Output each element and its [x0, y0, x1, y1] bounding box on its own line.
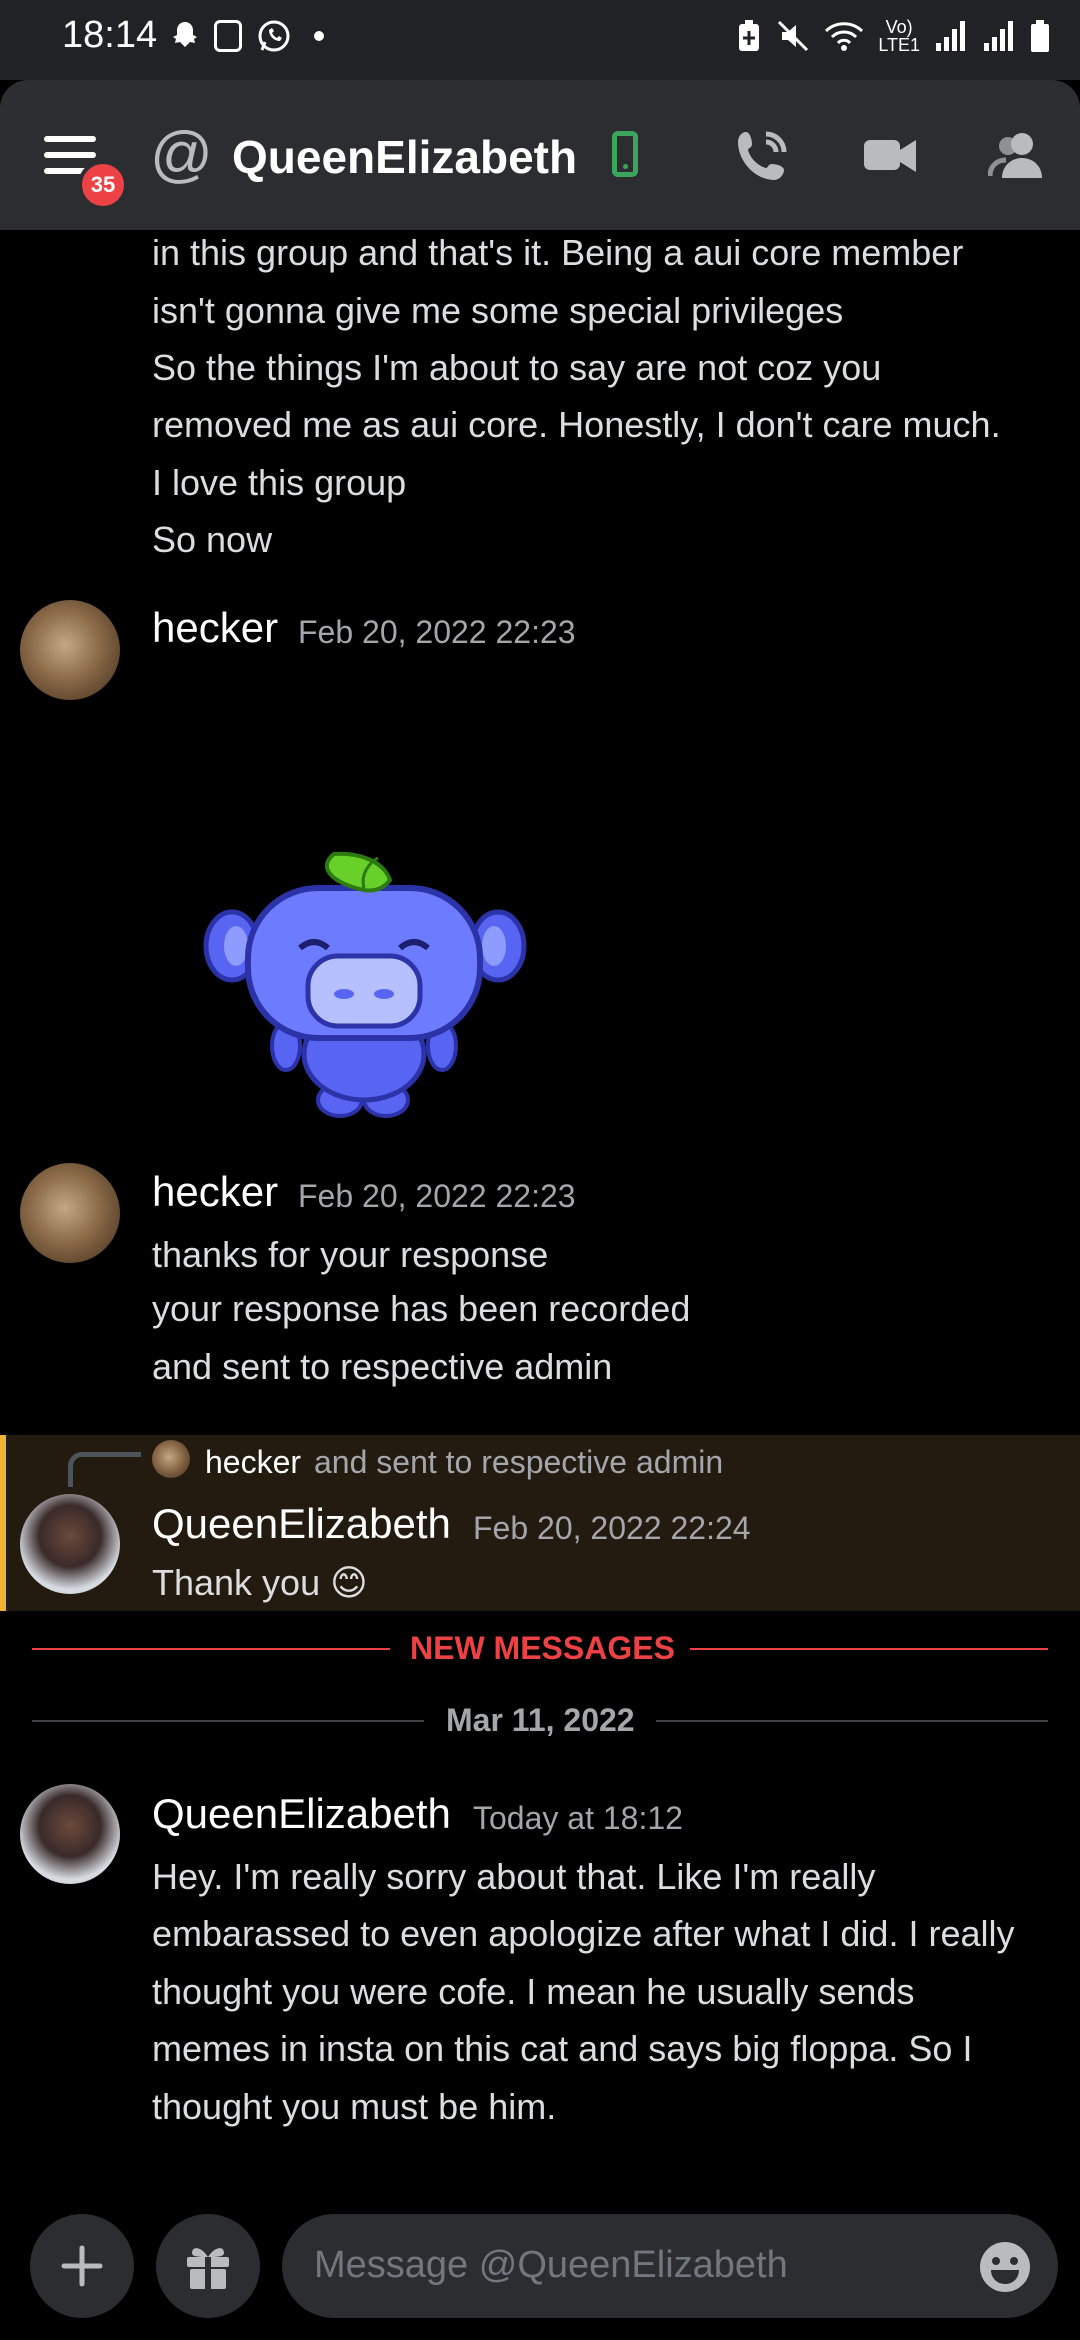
battery-icon — [1031, 20, 1049, 52]
date-separator: Mar 11, 2022 — [446, 1702, 635, 1738]
message-line: thought you were cofe. I mean he usually… — [152, 1971, 915, 2012]
reply-connector — [68, 1452, 141, 1487]
message-line: in this group and that's it. Being a aui… — [152, 232, 964, 273]
message-line: So the things I'm about to say are not c… — [152, 347, 882, 388]
username[interactable]: QueenElizabeth — [152, 1500, 451, 1548]
message-line: I love this group — [152, 462, 407, 503]
message-placeholder: Message @QueenElizabeth — [314, 2244, 788, 2286]
at-icon: @ — [150, 120, 213, 189]
volte-label: Vo) LTE1 — [878, 17, 920, 55]
chat-header: 35 @ QueenElizabeth — [0, 80, 1080, 230]
avatar[interactable] — [20, 1494, 120, 1594]
message-line: memes in insta on this cat and says big … — [152, 2028, 973, 2069]
gift-icon — [187, 2248, 229, 2289]
call-icon[interactable] — [732, 126, 792, 186]
avatar[interactable] — [20, 600, 120, 700]
message-line: and sent to respective admin — [152, 1346, 613, 1387]
wumpus-sticker[interactable] — [200, 850, 530, 1120]
status-time: 18:14 — [62, 14, 158, 56]
new-messages-line — [32, 1648, 390, 1650]
message-line: thought you must be him. — [152, 2086, 557, 2127]
message-line: Thank you 😊 — [152, 1562, 368, 1603]
timestamp: Feb 20, 2022 22:24 — [473, 1510, 751, 1546]
message-line: isn't gonna give me some special privile… — [152, 290, 844, 331]
snapchat-icon — [173, 22, 197, 47]
wifi-icon — [825, 22, 864, 51]
username[interactable]: hecker — [152, 604, 278, 652]
message-line: So now — [152, 519, 273, 560]
message-input[interactable]: Message @QueenElizabeth — [282, 2214, 1058, 2318]
message-line: embarassed to even apologize after what … — [152, 1913, 1015, 1954]
message-line: removed me as aui core. Honestly, I don'… — [152, 404, 1001, 445]
date-divider-line — [32, 1720, 424, 1722]
signal-icon-2 — [984, 21, 1013, 51]
add-attachment-button[interactable] — [30, 2214, 134, 2318]
channel-title[interactable]: QueenElizabeth — [232, 130, 577, 184]
plus-icon — [61, 2245, 103, 2287]
status-right-icons: Vo) LTE1 — [736, 18, 1050, 54]
date-divider-line — [656, 1720, 1048, 1722]
avatar[interactable] — [20, 1784, 120, 1884]
mobile-status-icon — [612, 131, 638, 177]
message-line: thanks for your response — [152, 1234, 549, 1275]
reply-avatar — [152, 1440, 190, 1478]
avatar[interactable] — [20, 1163, 120, 1263]
username[interactable]: hecker — [152, 1168, 278, 1216]
status-left-icons — [170, 18, 324, 54]
username[interactable]: QueenElizabeth — [152, 1790, 451, 1838]
gift-button[interactable] — [156, 2214, 260, 2318]
status-bar: 18:14 Vo) LTE1 — [0, 0, 1080, 80]
notification-dot — [314, 31, 324, 41]
calculator-icon — [214, 20, 242, 52]
unread-badge: 35 — [78, 160, 128, 210]
new-messages-line — [690, 1648, 1048, 1650]
reply-author[interactable]: hecker — [205, 1444, 301, 1481]
timestamp: Today at 18:12 — [473, 1800, 683, 1836]
reply-preview[interactable]: and sent to respective admin — [314, 1444, 723, 1481]
signal-icon-1 — [936, 21, 965, 51]
timestamp: Feb 20, 2022 22:23 — [298, 1178, 576, 1214]
timestamp: Feb 20, 2022 22:23 — [298, 614, 576, 650]
mute-icon — [778, 20, 809, 52]
battery-saver-icon — [739, 20, 760, 51]
video-call-icon[interactable] — [862, 126, 918, 186]
composer-bar: Message @QueenElizabeth — [0, 2200, 1080, 2340]
whatsapp-icon — [258, 20, 290, 52]
members-icon[interactable] — [988, 126, 1048, 186]
emoji-icon[interactable] — [978, 2240, 1032, 2294]
new-messages-label: NEW MESSAGES — [410, 1630, 675, 1666]
message-line: Hey. I'm really sorry about that. Like I… — [152, 1856, 876, 1897]
message-line: your response has been recorded — [152, 1288, 691, 1329]
